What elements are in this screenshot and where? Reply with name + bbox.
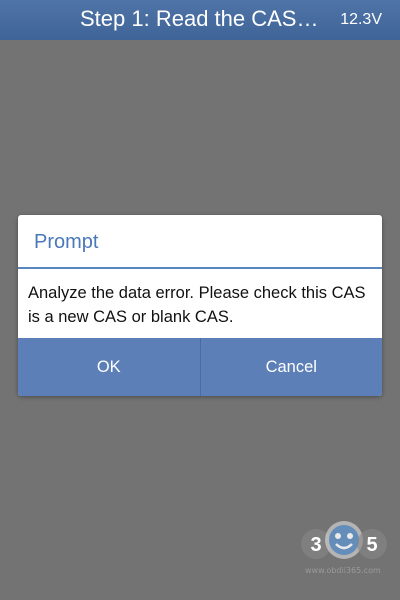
cancel-button[interactable]: Cancel <box>201 338 383 396</box>
watermark-logo-text-left: 3 <box>310 534 321 556</box>
dialog-title: Prompt <box>34 231 99 253</box>
title-bar: Step 1: Read the CAS… 12.3V <box>0 0 400 40</box>
dialog-divider <box>18 267 382 269</box>
page-title: Step 1: Read the CAS… <box>80 6 319 31</box>
prompt-dialog: Prompt Analyze the data error. Please ch… <box>18 215 382 396</box>
watermark-logo-text-right: 5 <box>366 534 377 556</box>
dialog-message: Analyze the data error. Please check thi… <box>28 284 366 326</box>
battery-voltage: 12.3V <box>340 11 382 28</box>
watermark-url: www.obdii365.com <box>305 566 381 575</box>
ok-button[interactable]: OK <box>18 338 200 396</box>
dialog-button-bar: OK Cancel <box>18 338 382 396</box>
